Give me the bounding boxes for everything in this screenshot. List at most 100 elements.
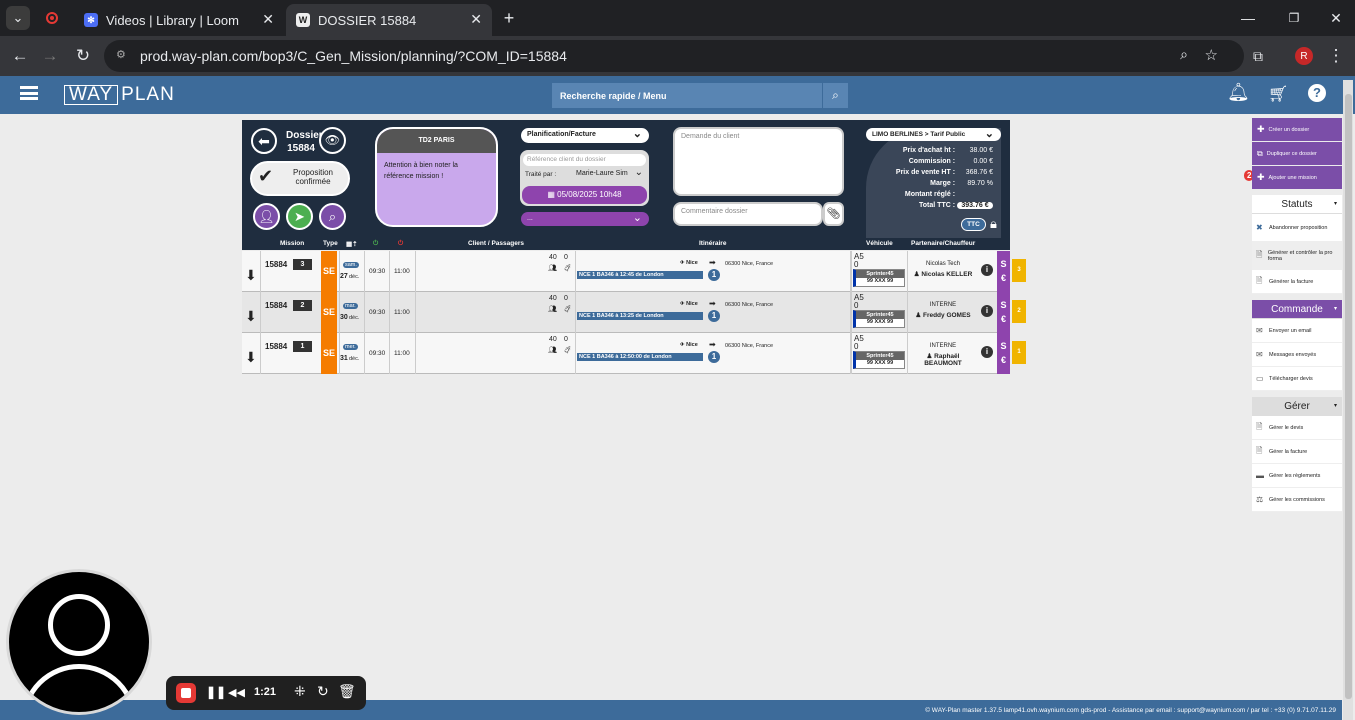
move-down-icon[interactable]: ⬇ (245, 267, 257, 284)
generate-invoice-item[interactable]: 🗎 Générer la facture (1252, 270, 1342, 294)
order-badge[interactable]: 3 (1012, 259, 1026, 282)
more-menu-icon[interactable]: ⋮ (1324, 44, 1348, 68)
mission-type-select[interactable]: Planification/Facture (521, 127, 649, 143)
close-icon[interactable]: ✕ (470, 11, 482, 28)
move-down-icon[interactable]: ⬇ (245, 308, 257, 325)
rewind-icon[interactable]: ◀◀ (228, 686, 245, 699)
close-icon[interactable]: ✕ (262, 11, 274, 28)
move-down-icon[interactable]: ⬇ (245, 349, 257, 366)
bookmark-star-icon[interactable]: ☆ (1205, 46, 1218, 64)
scrollbar-thumb[interactable] (1345, 94, 1352, 699)
site-info-icon[interactable]: ⚙ (116, 48, 126, 61)
manage-quote-item[interactable]: 🗎 Gérer le devis (1252, 416, 1342, 440)
info-icon[interactable]: i (981, 346, 993, 358)
send-email-item[interactable]: ✉ Envoyer un email (1252, 319, 1342, 343)
restart-icon[interactable]: ↻ (317, 683, 329, 700)
tab-loom[interactable]: ✻ Videos | Library | Loom ✕ (74, 4, 284, 36)
info-icon[interactable]: i (981, 264, 993, 276)
stop-recording-button[interactable] (176, 683, 196, 703)
status-s-badge[interactable]: S € (997, 292, 1010, 333)
row-handle[interactable]: ⬇ (242, 333, 261, 374)
notification-bell-icon[interactable]: 🔔︎ (1227, 82, 1250, 103)
client-user-icon[interactable]: 👤︎ (253, 203, 280, 230)
address-bar[interactable]: ⚙ prod.way-plan.com/bop3/C_Gen_Mission/p… (104, 40, 1244, 72)
driver-name[interactable]: ♟ Raphaël BEAUMONT (908, 352, 978, 367)
dossier-comment-textarea[interactable]: Commentaire dossier (673, 202, 823, 226)
new-tab-icon[interactable]: + (497, 6, 521, 30)
hamburger-menu-icon[interactable] (20, 86, 38, 100)
extensions-icon[interactable]: ⧉ (1246, 44, 1270, 68)
table-row[interactable]: ⬇ 15884 3 SE sam. 27 déc. 09:30 11:00 40 0 👥︎ 🧳︎ ✈ Ni… (242, 251, 1026, 292)
window-close-icon[interactable]: ✕ (1324, 6, 1348, 30)
mission-seq: 3 (293, 259, 312, 270)
status-s-badge[interactable]: S € (997, 333, 1010, 374)
manage-payments-item[interactable]: ▬ Gérer les règlements (1252, 464, 1342, 488)
extra-select[interactable]: ... (521, 211, 649, 226)
reload-icon[interactable]: ↻ (71, 44, 95, 68)
row-handle[interactable]: ⬇ (242, 292, 261, 333)
search-icon[interactable]: ⌕ (822, 83, 848, 108)
webcam-bubble[interactable] (6, 569, 152, 715)
sent-messages-item[interactable]: ✉ Messages envoyés (1252, 343, 1342, 367)
date-cell (339, 333, 365, 374)
passenger-count: 40 (549, 336, 557, 343)
tab-list-icon[interactable]: ⌄ (6, 6, 30, 30)
cart-icon[interactable]: 🛒︎ (1268, 84, 1288, 104)
pointer-icon[interactable]: ➤ (286, 203, 313, 230)
wayplan-logo[interactable]: WAY PLAN (64, 84, 175, 106)
abandon-proposal-item[interactable]: ✖ Abandonner proposition (1252, 214, 1342, 242)
table-row[interactable]: ⬇ 15884 1 SE mer. 31 déc. 09:30 11:00 40 0 👥︎ 🧳︎ ✈ Ni… (242, 333, 1026, 374)
visibility-icon[interactable]: 👁︎ (319, 127, 346, 154)
back-arrow-icon[interactable]: ⬅ (251, 128, 277, 154)
download-quote-item[interactable]: ▭ Télécharger devis (1252, 367, 1342, 391)
client-reference-input[interactable]: Référence client du dossier (523, 154, 646, 166)
search-zoom-icon[interactable]: ⌕ (319, 203, 346, 230)
envelope-icon: ✉ (1256, 350, 1263, 359)
manage-invoice-item[interactable]: 🗎 Gérer la facture (1252, 440, 1342, 464)
generate-proforma-item[interactable]: 🗎 Générer et contrôler la pro forma (1252, 242, 1342, 270)
zoom-icon[interactable]: ⌕ (1180, 46, 1188, 63)
loom-record-icon[interactable] (40, 6, 64, 30)
client-request-textarea[interactable]: Demande du client (673, 127, 844, 196)
help-icon[interactable]: ? (1308, 84, 1326, 102)
status-s-badge[interactable]: S € (997, 251, 1010, 292)
back-icon[interactable]: ← (8, 44, 32, 68)
currency-label: € (1000, 355, 1006, 365)
mission-number[interactable]: 15884 (265, 260, 287, 269)
profile-avatar[interactable]: R (1292, 44, 1316, 68)
info-icon[interactable]: i (981, 305, 993, 317)
restore-icon[interactable]: ❐ (1282, 6, 1306, 30)
table-row[interactable]: ⬇ 15884 2 SE mar. 30 déc. 09:30 11:00 40 0 👥︎ 🧳︎ ✈ Ni… (242, 292, 1026, 333)
driver-name[interactable]: ♟ Nicolas KELLER (908, 270, 978, 278)
tab-dossier[interactable]: W DOSSIER 15884 ✕ (286, 4, 492, 36)
row-handle[interactable]: ⬇ (242, 251, 261, 292)
order-badge[interactable]: 2 (1012, 300, 1026, 323)
minimize-icon[interactable]: — (1236, 6, 1260, 30)
driver-name[interactable]: ♟ Freddy GOMES (908, 311, 978, 319)
date-button[interactable]: ▦ 05/08/2025 10h48 (522, 186, 647, 204)
section-title[interactable]: Gérer (1252, 397, 1342, 416)
trash-icon[interactable]: 🗑︎ (338, 683, 356, 700)
draw-grid-icon[interactable]: ⁜ (294, 683, 306, 700)
end-cell (390, 333, 416, 374)
section-title[interactable]: Statuts (1252, 195, 1342, 214)
quick-search-input[interactable]: Recherche rapide / Menu (552, 83, 822, 108)
status-label: Proposition confirmée (292, 168, 334, 186)
duplicate-dossier-button[interactable]: ⧉ Dupliquer ce dossier (1252, 142, 1342, 165)
forward-icon[interactable]: → (38, 44, 62, 68)
ttc-toggle-button[interactable]: TTC (961, 218, 986, 231)
section-title[interactable]: Commande (1252, 300, 1342, 319)
order-badge[interactable]: 1 (1012, 341, 1026, 364)
traite-par-select[interactable]: Marie-Laure Sim (576, 170, 628, 177)
manage-commissions-item[interactable]: ⚖ Gérer les commissions (1252, 488, 1342, 512)
item-label: Gérer la facture (1269, 448, 1308, 455)
create-dossier-button[interactable]: ✚ Créer un dossier (1252, 118, 1342, 141)
attachment-icon[interactable]: 📎︎ (823, 202, 844, 226)
add-mission-button[interactable]: ✚ Ajouter une mission (1252, 166, 1342, 189)
col-date-sort-icon[interactable]: ▦⇡ (346, 240, 358, 248)
status-button[interactable]: ✔ Proposition confirmée (250, 161, 350, 196)
pause-icon[interactable]: ❚❚ (206, 685, 226, 699)
lock-icon[interactable]: 🔒︎ (990, 216, 997, 232)
mission-number[interactable]: 15884 (265, 301, 287, 310)
mission-number[interactable]: 15884 (265, 342, 287, 351)
